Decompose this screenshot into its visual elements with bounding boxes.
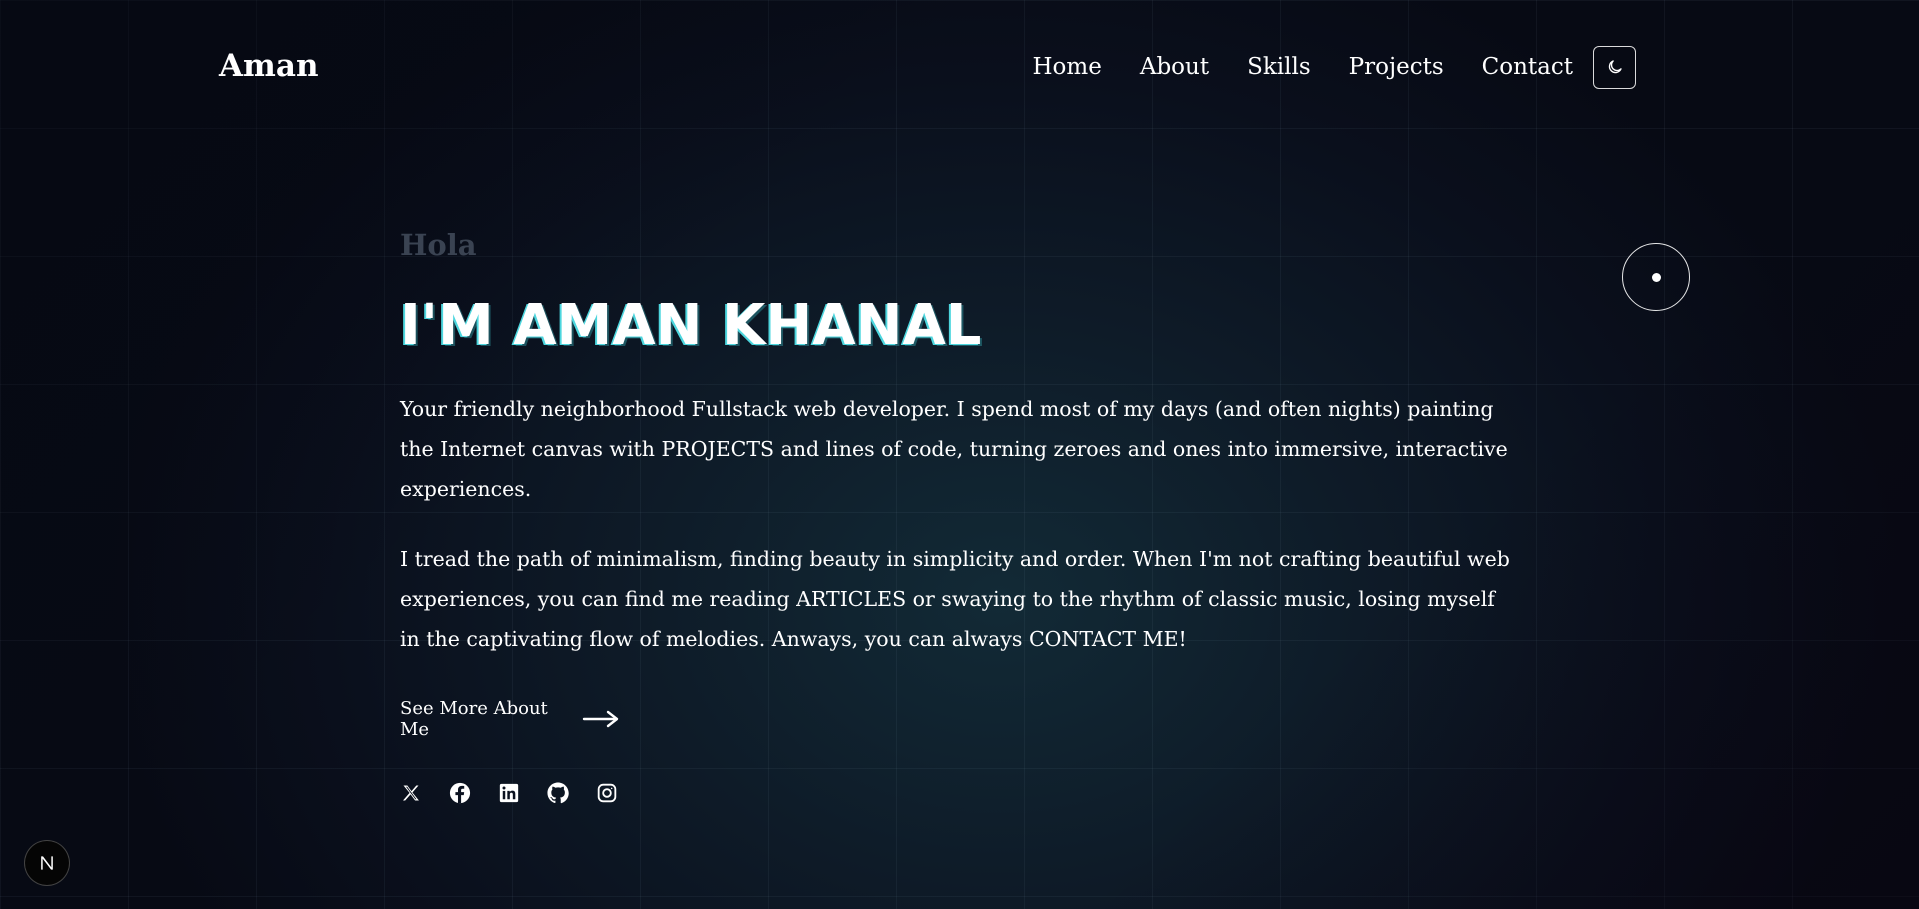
x-icon[interactable]: [400, 782, 422, 804]
see-more-label: See More About Me: [400, 698, 548, 740]
nav-home[interactable]: Home: [1033, 45, 1102, 89]
main-nav: Home About Skills Projects Contact: [1033, 45, 1636, 89]
linkedin-icon[interactable]: [498, 782, 520, 804]
instagram-icon[interactable]: [596, 782, 618, 804]
articles-link[interactable]: ARTICLES: [796, 587, 906, 611]
about-paragraph: I tread the path of minimalism, finding …: [400, 539, 1520, 659]
hero-headline: I'M AMAN KHANAL: [400, 293, 982, 358]
brand-logo[interactable]: Aman: [219, 46, 318, 86]
cursor-dot: [1652, 273, 1661, 282]
hero-section: Hola I'M AMAN KHANAL Your friendly neigh…: [400, 225, 1530, 804]
nav-projects[interactable]: Projects: [1349, 45, 1444, 89]
arrow-right-icon: [582, 709, 620, 729]
social-links: [400, 782, 1530, 804]
nav-contact[interactable]: Contact: [1482, 45, 1573, 89]
projects-link[interactable]: PROJECTS: [661, 437, 774, 461]
moon-icon: [1608, 60, 1622, 74]
theme-toggle-button[interactable]: [1593, 45, 1636, 89]
github-icon[interactable]: [547, 782, 569, 804]
greeting-text: Hola: [400, 228, 477, 262]
nextjs-icon[interactable]: [24, 840, 70, 886]
see-more-about-link[interactable]: See More About Me: [400, 698, 620, 740]
nav-about[interactable]: About: [1140, 45, 1209, 89]
intro-paragraph: Your friendly neighborhood Fullstack web…: [400, 389, 1520, 509]
cursor-ring: [1622, 243, 1690, 311]
nav-skills[interactable]: Skills: [1247, 45, 1311, 89]
facebook-icon[interactable]: [449, 782, 471, 804]
contact-me-link[interactable]: CONTACT ME!: [1029, 627, 1187, 651]
